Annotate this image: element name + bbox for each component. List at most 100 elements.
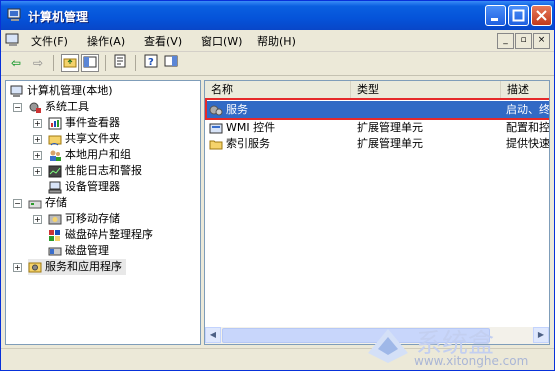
folder-up-icon [63,58,77,68]
tree-label: 设备管理器 [65,180,120,193]
minimize-icon [491,18,498,21]
computer-management-icon [7,8,21,21]
toolbar: ⇦ ⇨ ? [1,51,554,76]
list-row-wmi[interactable]: WMI 控件 扩展管理单元 配置和控 [205,119,549,136]
document-icon [114,54,126,68]
users-icon [50,150,61,161]
show-hide-tree-button[interactable] [81,54,99,72]
row-desc-cell: 提供快速 [506,137,550,150]
menu-file[interactable]: 文件(F) [31,33,68,49]
details-list[interactable]: 名称 类型 描述 服务 启动、终 WMI 控件 扩展管理单元 配置和控 索引服务… [204,80,550,345]
defrag-icon [49,229,60,241]
column-header-name[interactable]: 名称 [205,81,351,99]
tree-label: 磁盘管理 [65,244,109,257]
device-manager-icon [48,181,62,193]
column-header-description[interactable]: 描述 [501,81,549,99]
view-button[interactable] [162,54,180,72]
expand-toggle[interactable]: + [33,135,42,144]
tree-node-root[interactable]: 计算机管理(本地) [10,83,113,99]
watermark: 系统盒 www.xitonghe.com [364,323,544,369]
tree-node-services-apps[interactable]: 服务和应用程序 [28,259,126,275]
mdi-minimize-button[interactable]: _ [497,33,514,49]
help-icon: ? [144,54,158,68]
tree-node-storage[interactable]: 存储 [28,195,67,211]
menu-help[interactable]: 帮助(H) [257,33,296,49]
back-button[interactable]: ⇦ [7,54,25,72]
close-icon [536,10,547,21]
tree-label: 可移动存储 [65,212,120,225]
tree-label: 本地用户和组 [65,148,131,161]
column-header-type[interactable]: 类型 [351,81,501,99]
collapse-toggle[interactable]: − [13,103,22,112]
expand-toggle[interactable]: + [33,119,42,128]
expand-toggle[interactable]: + [13,263,22,272]
removable-storage-icon [48,214,62,224]
watermark-logo-icon [368,329,408,363]
tree-node-device-manager[interactable]: 设备管理器 [48,179,120,195]
forward-button[interactable]: ⇨ [29,54,47,72]
performance-icon [48,165,62,177]
menu-view[interactable]: 查看(V) [144,33,182,49]
back-arrow-icon: ⇦ [10,56,22,70]
menu-action[interactable]: 操作(A) [87,33,125,49]
tree-node-perf-logs[interactable]: 性能日志和警报 [48,163,142,179]
tree-node-event-viewer[interactable]: 事件查看器 [48,115,120,131]
tree-node-shared-folders[interactable]: 共享文件夹 [48,131,120,147]
up-level-button[interactable] [61,54,79,72]
highlight-box [205,98,549,120]
toolbar-separator [105,55,106,71]
help-button[interactable]: ? [142,54,160,72]
computer-icon [10,85,23,97]
computer-management-window: 计算机管理 文件(F) 操作(A) 查看(V) 窗口(W) 帮助(H) _ ▫ × … [0,0,555,371]
row-desc-cell: 配置和控 [506,121,550,134]
window-title: 计算机管理 [28,10,89,24]
services-apps-icon [28,262,42,272]
expand-toggle[interactable]: + [33,151,42,160]
storage-icon [28,200,42,208]
tree-node-disk-mgmt[interactable]: 磁盘管理 [48,243,109,259]
menu-window[interactable]: 窗口(W) [201,33,242,49]
row-type-cell: 扩展管理单元 [357,137,423,150]
close-button[interactable] [531,5,552,26]
mdi-controls: _ ▫ × [496,32,550,49]
maximize-icon [512,9,525,22]
scroll-left-arrow-icon[interactable]: ◀ [205,327,221,343]
mdi-restore-button[interactable]: ▫ [515,33,532,49]
computer-icon[interactable] [5,33,21,47]
collapse-toggle[interactable]: − [13,199,22,208]
expand-toggle[interactable]: + [33,215,42,224]
expand-toggle[interactable]: + [33,167,42,176]
wmi-control-icon [209,123,223,133]
title-bar[interactable]: 计算机管理 [1,1,554,30]
forward-arrow-icon: ⇨ [32,56,44,70]
tree-label: 计算机管理(本地) [27,84,113,97]
watermark-url: www.xitonghe.com [414,354,529,368]
tree-label: 存储 [45,196,67,209]
event-viewer-icon [48,117,62,129]
tree-label: 服务和应用程序 [45,260,122,273]
svg-text:?: ? [148,57,154,68]
tree-label: 磁盘碎片整理程序 [65,228,153,241]
tree-node-system-tools[interactable]: 系统工具 [28,99,89,115]
folder-icon [209,140,223,149]
row-name-cell: WMI 控件 [209,119,275,136]
properties-button[interactable] [111,54,129,72]
row-type-cell: 扩展管理单元 [357,121,423,134]
list-row-indexing[interactable]: 索引服务 扩展管理单元 提供快速 [205,135,549,152]
tree-label: 性能日志和警报 [65,164,142,177]
mdi-close-button[interactable]: × [533,33,550,49]
shared-folder-icon [48,135,62,145]
tree-node-defrag[interactable]: 磁盘碎片整理程序 [48,227,153,243]
tree-node-local-users[interactable]: 本地用户和组 [48,147,131,163]
system-tools-icon [29,102,41,113]
console-tree[interactable]: 计算机管理(本地) − 系统工具 + 事件查看器 + 共享文件夹 + 本地用户和… [5,80,201,345]
disk-management-icon [48,247,62,255]
toolbar-separator [135,55,136,71]
minimize-button[interactable] [485,5,506,26]
toolbar-separator [53,55,54,71]
maximize-button[interactable] [508,5,529,26]
tree-label: 事件查看器 [65,116,120,129]
menu-bar: 文件(F) 操作(A) 查看(V) 窗口(W) 帮助(H) _ ▫ × [1,30,554,52]
tree-node-removable[interactable]: 可移动存储 [48,211,120,227]
row-name-cell: 索引服务 [209,135,270,152]
